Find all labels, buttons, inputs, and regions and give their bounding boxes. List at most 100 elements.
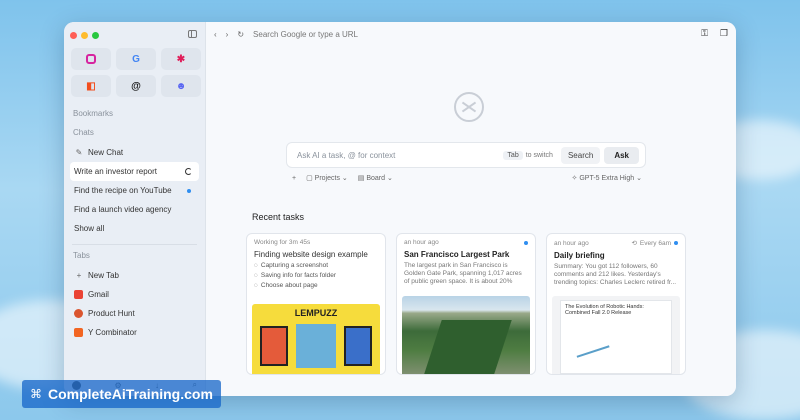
task-time: an hour ago (404, 239, 439, 246)
task-step: ◌ Saving info for facts folder (254, 272, 378, 279)
loading-spinner-icon (185, 168, 192, 175)
watermark: ⌘ CompleteAiTraining.com (22, 380, 221, 408)
traffic-lights (70, 30, 199, 40)
tab-key-hint: Tab (503, 150, 523, 160)
thumbnail-logo: LEMPUZZ (294, 308, 338, 318)
task-title: Finding website design example (254, 250, 368, 259)
person-image (296, 324, 336, 368)
instagram-tile[interactable] (71, 48, 111, 70)
checklist-icon: ◌ (254, 282, 258, 289)
checklist-icon: ◌ (254, 262, 258, 269)
recent-tasks-heading: Recent tasks (252, 212, 305, 222)
app-logo-icon (454, 92, 484, 122)
search-button[interactable]: Search (560, 146, 601, 164)
new-tab-label: New Tab (88, 271, 119, 280)
tab-label: Product Hunt (88, 309, 135, 318)
product-hunt-icon (74, 309, 83, 318)
robot-hand-image (570, 326, 610, 358)
chat-item-label: Find the recipe on YouTube (74, 186, 172, 195)
bookmarks-label: Bookmarks (73, 109, 114, 118)
y-combinator-icon (74, 328, 83, 337)
reload-icon[interactable]: ↻ (237, 30, 244, 39)
tab-item-gmail[interactable]: Gmail (70, 285, 199, 304)
threads-icon: @ (131, 80, 141, 92)
task-card[interactable]: an hour ago ⟲ Every 6am Daily briefing Sum… (546, 233, 686, 375)
document-thumbnail: The Evolution of Robotic Hands: Combined… (552, 296, 680, 374)
bookmark-tiles: G ✱ ◧ @ ☻ (71, 48, 201, 97)
ask-button[interactable]: Ask (604, 146, 639, 164)
ask-input-placeholder: Ask AI a task, @ for context (297, 150, 396, 160)
park-photo-thumbnail (402, 296, 530, 374)
task-status: Working for 3m 45s (254, 239, 311, 246)
show-all-link[interactable]: Show all (70, 219, 199, 238)
projects-label: Projects (314, 175, 340, 182)
puzzle-box-image (344, 326, 372, 366)
tab-item-y-combinator[interactable]: Y Combinator (70, 323, 199, 342)
key-icon[interactable]: ⚿ (701, 28, 708, 39)
toolbar-right: ⚿ ❐ (701, 28, 728, 39)
main-content: ‹ › ↻ Search Google or type a URL ⚿ ❐ As… (206, 22, 736, 396)
google-icon: G (132, 53, 140, 65)
gmail-icon (74, 290, 83, 299)
new-tab-item[interactable]: + New Tab (70, 266, 199, 285)
website-screenshot-thumbnail: LEMPUZZ (252, 304, 380, 374)
address-bar[interactable]: Search Google or type a URL (253, 30, 358, 39)
task-step-label: Capturing a screenshot (260, 262, 329, 269)
tab-item-product-hunt[interactable]: Product Hunt (70, 304, 199, 323)
document-heading: The Evolution of Robotic Hands: Combined… (565, 304, 644, 316)
show-all-label: Show all (74, 224, 105, 233)
add-context-button[interactable]: + (292, 175, 296, 182)
projects-dropdown[interactable]: ▢ Projects ⌄ (306, 174, 348, 182)
tab-label: Y Combinator (88, 328, 137, 337)
task-step: ◌ Capturing a screenshot (254, 262, 378, 269)
chat-item[interactable]: Write an investor report (70, 162, 199, 181)
chat-item-label: Write an investor report (74, 167, 157, 176)
sidebar: G ✱ ◧ @ ☻ Bookmarks Chats ✎ New Chat Wri… (64, 22, 206, 396)
task-title: San Francisco Largest Park (404, 250, 510, 259)
watermark-text: CompleteAiTraining.com (48, 386, 213, 402)
new-chat-label: New Chat (88, 148, 124, 157)
input-options: + ▢ Projects ⌄ ▤ Board ⌄ ✧ GPT-5 Extra H… (292, 174, 642, 183)
board-label: Board (366, 175, 386, 182)
task-status: an hour ago (404, 239, 528, 246)
instagram-icon (86, 54, 96, 64)
clipboard-icon[interactable]: ❐ (720, 28, 728, 39)
task-time: an hour ago (554, 239, 589, 247)
tabs-label: Tabs (73, 251, 90, 260)
brand-icon: ⌘ (30, 387, 42, 401)
browser-window: G ✱ ◧ @ ☻ Bookmarks Chats ✎ New Chat Wri… (64, 22, 736, 396)
unread-dot-icon (524, 240, 528, 245)
park-greenery (422, 320, 512, 374)
puzzle-box-image (260, 326, 288, 366)
document-page: The Evolution of Robotic Hands: Combined… (560, 300, 672, 374)
chat-item-label: Find a launch video agency (74, 205, 172, 214)
discord-tile[interactable]: ☻ (161, 75, 201, 97)
forward-icon[interactable]: › (226, 30, 229, 39)
task-card[interactable]: Working for 3m 45s Finding website desig… (246, 233, 386, 375)
close-window-button[interactable] (70, 31, 77, 39)
slack-icon: ✱ (176, 53, 186, 65)
board-dropdown[interactable]: ▤ Board ⌄ (358, 174, 393, 182)
threads-tile[interactable]: @ (116, 75, 156, 97)
sidebar-toggle-icon[interactable] (188, 30, 197, 38)
figma-icon: ◧ (86, 80, 96, 92)
toolbar: ‹ › ↻ Search Google or type a URL (206, 22, 736, 46)
task-status: an hour ago ⟲ Every 6am (554, 239, 678, 247)
ask-input[interactable]: Ask AI a task, @ for context Tab to swit… (286, 142, 646, 168)
task-summary: The largest park in San Francisco is Gol… (404, 262, 522, 285)
task-step-label: Choose about page (260, 282, 318, 289)
back-icon[interactable]: ‹ (214, 30, 217, 39)
repeat-icon: ⟲ (631, 240, 637, 247)
new-chat-item[interactable]: ✎ New Chat (70, 143, 199, 162)
figma-tile[interactable]: ◧ (71, 75, 111, 97)
chat-item[interactable]: Find a launch video agency (70, 200, 199, 219)
model-label: GPT-5 Extra High (579, 175, 635, 182)
model-selector[interactable]: ✧ GPT-5 Extra High ⌄ (572, 174, 642, 182)
zoom-window-button[interactable] (92, 31, 99, 39)
task-card[interactable]: an hour ago San Francisco Largest Park T… (396, 233, 536, 375)
unread-dot-icon (187, 188, 191, 193)
slack-tile[interactable]: ✱ (161, 48, 201, 70)
google-tile[interactable]: G (116, 48, 156, 70)
chat-item[interactable]: Find the recipe on YouTube (70, 181, 199, 200)
minimize-window-button[interactable] (81, 31, 88, 39)
